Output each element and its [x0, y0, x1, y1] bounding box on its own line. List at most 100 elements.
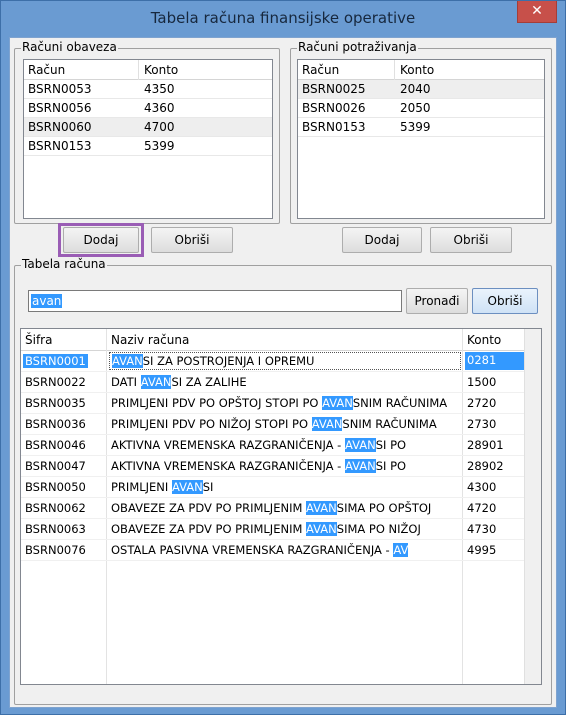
grid-header: Šifra Naziv računa Konto [21, 329, 541, 351]
potrazivanja-list-row[interactable]: BSRN0025 2040 [298, 80, 544, 99]
obaveze-add-button[interactable]: Dodaj [63, 227, 139, 253]
table-row[interactable]: BSRN0063 OBAVEZE ZA PDV PO PRIMLJENIM AVA… [21, 519, 541, 540]
window-title: Tabela računa finansijske operative [150, 9, 416, 27]
row-naziv: OSTALA PASIVNA VREMENSKA RAZGRANIČENJA -… [111, 543, 459, 557]
naziv-search-match: AVAN [171, 480, 203, 494]
obaveze-list-row[interactable]: BSRN0153 5399 [24, 137, 272, 156]
clear-search-button[interactable]: Obriši [472, 288, 538, 314]
potrazivanja-add-button[interactable]: Dodaj [342, 227, 422, 253]
potrazivanja-list-row[interactable]: BSRN0026 2050 [298, 99, 544, 118]
close-icon[interactable]: ✕ [517, 1, 557, 23]
naziv-search-match: AVAN [140, 375, 172, 389]
grid-col-sifra[interactable]: Šifra [25, 333, 52, 347]
row-naziv: AVANSI ZA POSTROJENJA I OPREMU [109, 352, 461, 370]
obaveze-row-racun: BSRN0056 [28, 101, 92, 115]
row-konto: 2720 [467, 396, 497, 410]
table-row[interactable]: BSRN0062 OBAVEZE ZA PDV PO PRIMLJENIM AVA… [21, 498, 541, 519]
naziv-search-match: AVAN [306, 501, 337, 515]
naziv-text-pre: PRIMLJENI PDV PO NIŽOJ STOPI PO [111, 417, 312, 431]
naziv-text-pre: PRIMLJENI PDV PO OPŠTOJ STOPI PO [111, 396, 323, 410]
row-sifra: BSRN0047 [25, 459, 86, 473]
potrazivanja-delete-button[interactable]: Obriši [430, 227, 512, 253]
row-sifra: BSRN0046 [25, 438, 86, 452]
tabela-legend: Tabela računa [21, 257, 107, 271]
grid-vertical-scrollbar[interactable] [524, 329, 541, 684]
row-naziv: DATI AVANSI ZA ZALIHE [111, 375, 459, 389]
app-window: Tabela računa finansijske operative ✕ Ra… [0, 0, 566, 715]
table-row[interactable]: BSRN0046 AKTIVNA VREMENSKA RAZGRANIČENJA … [21, 435, 541, 456]
potrazivanja-list-header: Račun Konto [298, 60, 544, 80]
title-bar[interactable]: Tabela računa finansijske operative ✕ [1, 1, 565, 37]
potrazivanja-row-racun: BSRN0153 [302, 120, 366, 134]
potrazivanja-group: Računi potraživanja Račun Konto BSRN0025… [290, 40, 552, 224]
search-input[interactable]: avan [28, 290, 402, 312]
obaveze-list-row[interactable]: BSRN0056 4360 [24, 99, 272, 118]
table-row[interactable]: BSRN0022 DATI AVANSI ZA ZALIHE 1500 [21, 372, 541, 393]
row-konto: 28902 [467, 459, 504, 473]
grid-col-naziv[interactable]: Naziv računa [111, 333, 189, 347]
naziv-search-match: AV [393, 543, 409, 557]
potrazivanja-col-racun[interactable]: Račun [302, 63, 339, 77]
find-button[interactable]: Pronađi [406, 288, 468, 314]
potrazivanja-row-konto: 5399 [400, 120, 431, 134]
table-row[interactable]: BSRN0050 PRIMLJENI AVANSI 4300 [21, 477, 541, 498]
row-naziv: PRIMLJENI PDV PO OPŠTOJ STOPI PO AVANSNI… [111, 396, 459, 410]
naziv-search-match: AVAN [311, 417, 343, 431]
row-sifra: BSRN0076 [25, 543, 86, 557]
naziv-text-pre: PRIMLJENI [111, 480, 172, 494]
obaveze-legend: Računi obaveza [21, 40, 118, 54]
row-konto: 2730 [467, 417, 497, 431]
potrazivanja-col-konto[interactable]: Konto [400, 63, 434, 77]
table-row[interactable]: BSRN0001 AVANSI ZA POSTROJENJA I OPREMU 02… [21, 351, 541, 372]
potrazivanja-row-racun: BSRN0026 [302, 101, 366, 115]
naziv-search-match: AVAN [344, 438, 376, 452]
accounts-grid[interactable]: Šifra Naziv računa Konto BSRN0001 AVANSI … [20, 328, 542, 685]
obaveze-group: Računi obaveza Račun Konto BSRN0053 4350 B… [14, 40, 280, 224]
client-area: Računi obaveza Račun Konto BSRN0053 4350 B… [9, 37, 557, 708]
naziv-search-match: AVAN [322, 396, 353, 410]
naziv-text-pre: OSTALA PASIVNA VREMENSKA RAZGRANIČENJA - [111, 543, 394, 557]
grid-col-konto[interactable]: Konto [467, 333, 501, 347]
obaveze-delete-button[interactable]: Obriši [151, 227, 233, 253]
obaveze-col-konto[interactable]: Konto [144, 63, 178, 77]
row-konto: 4300 [467, 480, 497, 494]
table-row[interactable]: BSRN0035 PRIMLJENI PDV PO OPŠTOJ STOPI PO… [21, 393, 541, 414]
row-konto: 4730 [467, 522, 497, 536]
potrazivanja-row-racun: BSRN0025 [302, 82, 366, 96]
row-sifra: BSRN0050 [25, 480, 86, 494]
potrazivanja-row-konto: 2040 [400, 82, 431, 96]
obaveze-row-konto: 4700 [144, 120, 175, 134]
naziv-text-post: SI ZA POSTROJENJA I OPREMU [142, 354, 315, 368]
row-konto: 4995 [467, 543, 497, 557]
obaveze-col-racun[interactable]: Račun [28, 63, 65, 77]
obaveze-list-row[interactable]: BSRN0053 4350 [24, 80, 272, 99]
potrazivanja-list[interactable]: Račun Konto BSRN0025 2040 BSRN0026 2050 BSRN… [297, 59, 545, 219]
row-konto: 0281 [465, 352, 531, 370]
row-naziv: OBAVEZE ZA PDV PO PRIMLJENIM AVANSIMA PO… [111, 501, 459, 515]
row-naziv: PRIMLJENI AVANSI [111, 480, 459, 494]
row-sifra: BSRN0022 [25, 375, 86, 389]
obaveze-row-konto: 4360 [144, 101, 175, 115]
naziv-text-post: SI [202, 480, 214, 494]
obaveze-row-konto: 4350 [144, 82, 175, 96]
potrazivanja-legend: Računi potraživanja [297, 40, 418, 54]
obaveze-list-row[interactable]: BSRN0060 4700 [24, 118, 272, 137]
potrazivanja-list-row[interactable]: BSRN0153 5399 [298, 118, 544, 137]
potrazivanja-row-konto: 2050 [400, 101, 431, 115]
row-konto: 28901 [467, 438, 504, 452]
row-naziv: AKTIVNA VREMENSKA RAZGRANIČENJA - AVANSI… [111, 459, 459, 473]
naziv-text-pre: AKTIVNA VREMENSKA RAZGRANIČENJA - [111, 438, 345, 452]
naziv-text-pre: OBAVEZE ZA PDV PO PRIMLJENIM [111, 522, 307, 536]
row-konto: 4720 [467, 501, 497, 515]
table-row[interactable]: BSRN0047 AKTIVNA VREMENSKA RAZGRANIČENJA … [21, 456, 541, 477]
naziv-text-post: SNIM RAČUNIMA [352, 396, 448, 410]
naziv-text-post: SI PO [375, 459, 407, 473]
naziv-text-pre: OBAVEZE ZA PDV PO PRIMLJENIM [111, 501, 307, 515]
table-row[interactable]: BSRN0036 PRIMLJENI PDV PO NIŽOJ STOPI PO … [21, 414, 541, 435]
table-row[interactable]: BSRN0076 OSTALA PASIVNA VREMENSKA RAZGRAN… [21, 540, 541, 561]
naziv-text-pre: AKTIVNA VREMENSKA RAZGRANIČENJA - [111, 459, 345, 473]
search-input-value: avan [31, 294, 63, 308]
row-sifra: BSRN0035 [25, 396, 86, 410]
obaveze-list[interactable]: Račun Konto BSRN0053 4350 BSRN0056 4360 BSRN… [23, 59, 273, 219]
row-sifra: BSRN0001 [23, 354, 88, 368]
